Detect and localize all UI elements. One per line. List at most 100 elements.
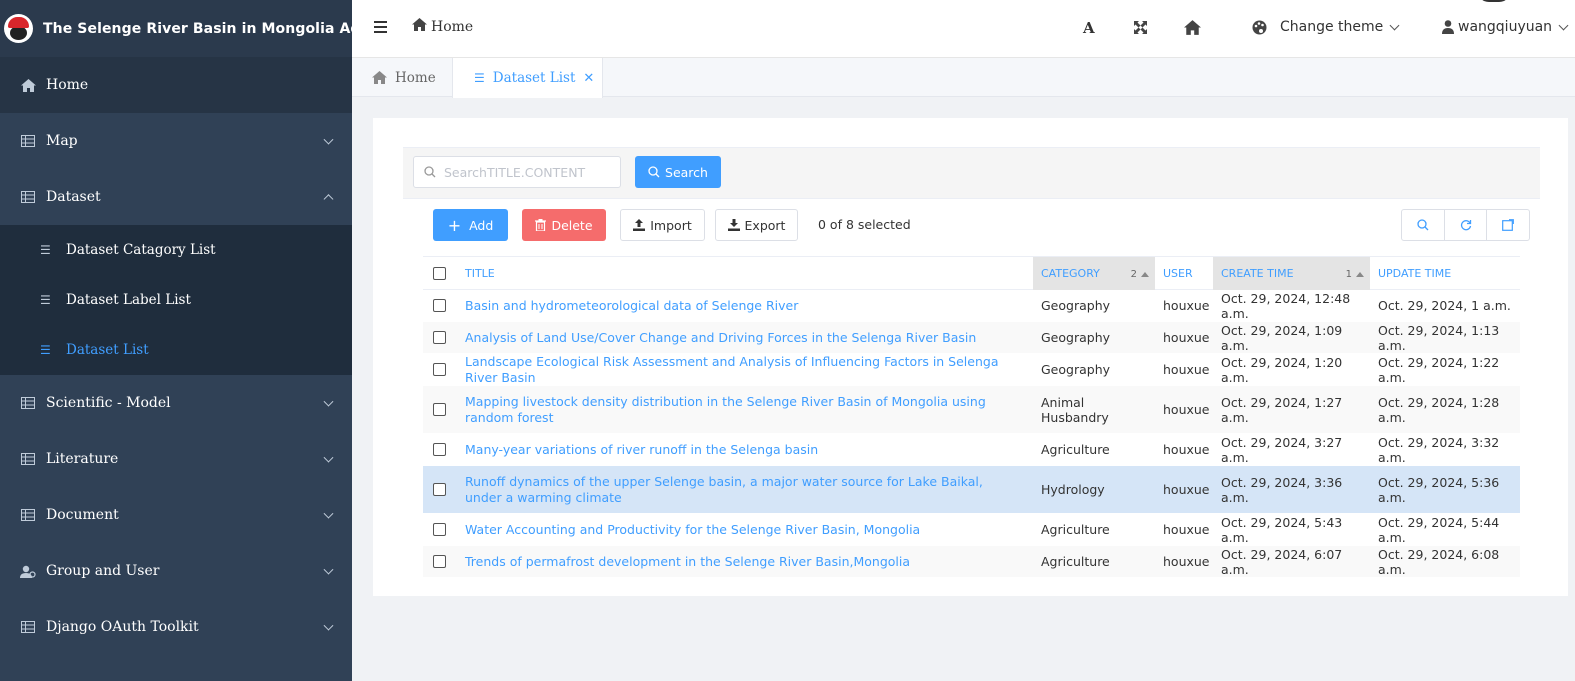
breadcrumb[interactable]: Home bbox=[412, 18, 473, 35]
sidebar-subitem-label: Dataset Catagory List bbox=[66, 242, 216, 258]
delete-button-label: Delete bbox=[551, 217, 593, 233]
sidebar-item-dataset[interactable]: Dataset bbox=[0, 169, 352, 225]
row-title-link[interactable]: Runoff dynamics of the upper Selenge bas… bbox=[457, 474, 1033, 506]
chevron-down-icon bbox=[323, 564, 334, 575]
sidebar-item-scientific-model[interactable]: Scientific - Model bbox=[0, 375, 352, 431]
tab-dataset-list[interactable]: ☰ Dataset List ✕ bbox=[452, 58, 603, 98]
home-icon bbox=[372, 71, 387, 84]
dataset-submenu: ☰ Dataset Catagory List ☰ Dataset Label … bbox=[0, 225, 352, 375]
row-create-time: Oct. 29, 2024, 3:36 a.m. bbox=[1221, 474, 1343, 505]
search-toggle-button[interactable] bbox=[1402, 210, 1445, 240]
column-header-label: CREATE TIME bbox=[1221, 267, 1294, 280]
row-title-link[interactable]: Basin and hydrometeorological data of Se… bbox=[457, 298, 1033, 314]
row-category: Geography bbox=[1041, 330, 1111, 345]
column-header-create-time[interactable]: CREATE TIME 1 bbox=[1213, 257, 1370, 290]
chevron-down-icon bbox=[323, 508, 334, 519]
column-header-category[interactable]: CATEGORY 2 bbox=[1033, 257, 1155, 290]
add-button[interactable]: + Add bbox=[433, 209, 508, 241]
row-checkbox[interactable] bbox=[433, 299, 446, 312]
list-check-icon: ☰ bbox=[40, 343, 51, 357]
search-field[interactable] bbox=[413, 156, 621, 188]
brand: The Selenge River Basin in Mongolia Admi… bbox=[0, 0, 390, 57]
upload-icon bbox=[633, 219, 646, 231]
avatar[interactable] bbox=[1477, 0, 1511, 2]
selection-count: 0 of 8 selected bbox=[818, 217, 911, 232]
delete-button[interactable]: Delete bbox=[522, 209, 606, 241]
search-icon bbox=[424, 166, 436, 178]
select-all-checkbox[interactable] bbox=[433, 267, 446, 280]
row-title-link[interactable]: Analysis of Land Use/Cover Change and Dr… bbox=[457, 330, 1033, 346]
sidebar-item-home[interactable]: Home bbox=[0, 57, 352, 113]
row-update-time: Oct. 29, 2024, 3:32 a.m. bbox=[1378, 434, 1500, 465]
row-user: houxue bbox=[1163, 482, 1210, 497]
row-title-link[interactable]: Mapping livestock density distribution i… bbox=[457, 394, 1033, 426]
row-select-cell bbox=[423, 555, 457, 568]
row-title-link[interactable]: Trends of permafrost development in the … bbox=[457, 554, 1033, 570]
trash-icon bbox=[535, 219, 547, 231]
users-icon bbox=[20, 564, 36, 578]
user-dropdown[interactable]: wangqiuyuan bbox=[1442, 19, 1569, 35]
sidebar-item-group-and-user[interactable]: Group and User bbox=[0, 543, 352, 599]
columns-button[interactable] bbox=[1487, 210, 1529, 240]
tab-label: Home bbox=[395, 69, 436, 86]
search-icon bbox=[1417, 219, 1429, 231]
row-category: Hydrology bbox=[1041, 482, 1105, 497]
import-button[interactable]: Import bbox=[620, 209, 705, 241]
list-check-icon: ☰ bbox=[40, 293, 51, 307]
table-header: TITLE CATEGORY 2 USER CREATE TIME 1 UPDA… bbox=[423, 256, 1520, 290]
row-user: houxue bbox=[1163, 442, 1210, 457]
sidebar-item-map[interactable]: Map bbox=[0, 113, 352, 169]
row-title-link[interactable]: Many-year variations of river runoff in … bbox=[457, 442, 1033, 458]
row-checkbox[interactable] bbox=[433, 555, 446, 568]
row-category: Animal Husbandry bbox=[1041, 394, 1109, 425]
sidebar-item-django-oauth-toolkit[interactable]: Django OAuth Toolkit bbox=[0, 599, 352, 655]
sidebar-subitem-dataset-label-list[interactable]: ☰ Dataset Label List bbox=[0, 275, 352, 325]
row-user: houxue bbox=[1163, 554, 1210, 569]
search-input[interactable] bbox=[444, 164, 614, 180]
table-tools bbox=[1401, 209, 1530, 241]
export-button[interactable]: Export bbox=[715, 209, 798, 241]
row-title-link[interactable]: Water Accounting and Productivity for th… bbox=[457, 522, 1033, 538]
row-update-time: Oct. 29, 2024, 6:08 a.m. bbox=[1378, 546, 1500, 577]
row-checkbox[interactable] bbox=[433, 403, 446, 416]
chevron-up-icon bbox=[323, 194, 334, 205]
row-update-time: Oct. 29, 2024, 1:13 a.m. bbox=[1378, 322, 1500, 353]
close-icon[interactable]: ✕ bbox=[583, 71, 594, 86]
row-checkbox[interactable] bbox=[433, 483, 446, 496]
row-select-cell bbox=[423, 483, 457, 496]
home-icon bbox=[20, 78, 36, 92]
sidebar-subitem-dataset-list[interactable]: ☰ Dataset List bbox=[0, 325, 352, 375]
sidebar-subitem-dataset-category-list[interactable]: ☰ Dataset Catagory List bbox=[0, 225, 352, 275]
row-user: houxue bbox=[1163, 362, 1210, 377]
user-icon bbox=[1442, 20, 1454, 34]
row-checkbox[interactable] bbox=[433, 523, 446, 536]
tab-home[interactable]: Home bbox=[372, 58, 436, 97]
search-button[interactable]: Search bbox=[635, 156, 721, 188]
row-checkbox[interactable] bbox=[433, 363, 446, 376]
sidebar-item-literature[interactable]: Literature bbox=[0, 431, 352, 487]
home-icon[interactable] bbox=[1184, 20, 1201, 39]
username: wangqiuyuan bbox=[1458, 19, 1553, 35]
table-icon bbox=[20, 508, 36, 522]
column-header-user[interactable]: USER bbox=[1155, 257, 1213, 290]
plus-icon: + bbox=[447, 215, 462, 235]
chevron-down-icon bbox=[323, 134, 334, 145]
row-checkbox[interactable] bbox=[433, 443, 446, 456]
table-icon bbox=[20, 396, 36, 410]
hamburger-menu-icon[interactable] bbox=[374, 21, 387, 33]
sidebar-item-document[interactable]: Document bbox=[0, 487, 352, 543]
sidebar-item-label: Home bbox=[46, 77, 89, 93]
row-title-link[interactable]: Landscape Ecological Risk Assessment and… bbox=[457, 354, 1033, 386]
fullscreen-icon[interactable] bbox=[1134, 21, 1147, 38]
row-update-time: Oct. 29, 2024, 1 a.m. bbox=[1378, 298, 1511, 313]
refresh-button[interactable] bbox=[1445, 210, 1488, 240]
row-checkbox[interactable] bbox=[433, 331, 446, 344]
list-check-icon: ☰ bbox=[40, 243, 51, 257]
column-header-title[interactable]: TITLE bbox=[457, 257, 1033, 290]
row-update-time: Oct. 29, 2024, 1:22 a.m. bbox=[1378, 354, 1500, 385]
row-create-time: Oct. 29, 2024, 12:48 a.m. bbox=[1221, 290, 1351, 321]
column-header-update-time[interactable]: UPDATE TIME bbox=[1370, 257, 1520, 290]
search-bar: Search bbox=[403, 147, 1540, 199]
change-theme-dropdown[interactable]: Change theme bbox=[1252, 19, 1400, 35]
font-size-icon[interactable]: A bbox=[1083, 19, 1095, 37]
